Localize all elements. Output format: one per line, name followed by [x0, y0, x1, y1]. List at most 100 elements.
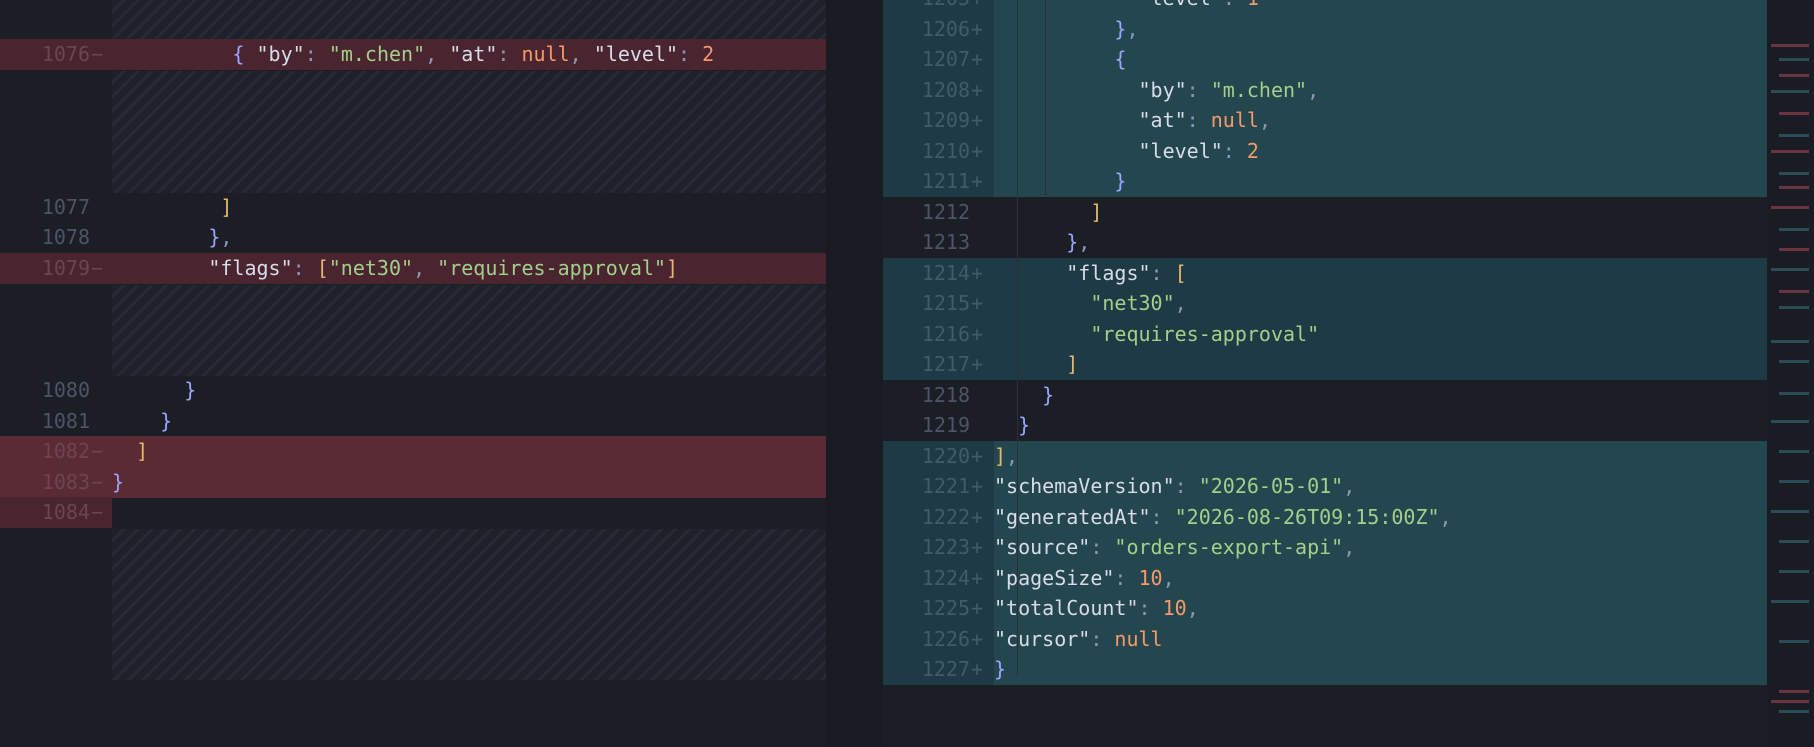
- code-text: "flags": [: [1066, 260, 1187, 285]
- context-line[interactable]: 1212 ]: [883, 197, 1767, 228]
- line-number-gutter: 1214+: [883, 257, 994, 288]
- deleted-line[interactable]: 1084−: [0, 497, 826, 528]
- inserted-line[interactable]: 1227+}: [883, 654, 1767, 685]
- deleted-line[interactable]: 1082− ]: [0, 436, 826, 467]
- code-text: ]: [136, 439, 149, 463]
- code-text: },: [1114, 16, 1139, 41]
- code-text: {: [1114, 47, 1127, 71]
- context-line[interactable]: 1078 },: [0, 222, 826, 253]
- code-line[interactable]: ]: [112, 192, 826, 223]
- code-line[interactable]: "level": 1: [994, 0, 1767, 14]
- line-number: 1216: [921, 321, 970, 346]
- inserted-line[interactable]: 1222+ "generatedAt": "2026-08-26T09:15:00…: [883, 501, 1767, 532]
- inserted-line[interactable]: 1225+ "totalCount": 10,: [883, 593, 1767, 624]
- code-line[interactable]: ]: [994, 197, 1767, 228]
- inserted-line[interactable]: 1226+ "cursor": null: [883, 623, 1767, 654]
- inserted-line[interactable]: 1205+ "level": 1: [883, 0, 1767, 14]
- code-line[interactable]: "schemaVersion": "2026-05-01",: [994, 471, 1767, 502]
- context-line[interactable]: 1219 }: [883, 410, 1767, 441]
- code-line[interactable]: "pageSize": 10,: [994, 562, 1767, 593]
- inserted-line[interactable]: 1215+ "net30",: [883, 288, 1767, 319]
- line-number: 1080: [41, 378, 90, 402]
- line-number-gutter: 1226+: [883, 623, 994, 654]
- line-number: 1081: [41, 409, 90, 433]
- code-line[interactable]: "net30",: [994, 288, 1767, 319]
- line-number-gutter: 1218: [883, 380, 994, 411]
- context-line[interactable]: 1218 }: [883, 380, 1767, 411]
- inserted-line[interactable]: 1221+ "schemaVersion": "2026-05-01",: [883, 471, 1767, 502]
- code-line[interactable]: ]: [994, 349, 1767, 380]
- code-line[interactable]: "requires-approval": [994, 319, 1767, 350]
- code-line[interactable]: },: [112, 222, 826, 253]
- inserted-line[interactable]: 1224+ "pageSize": 10,: [883, 562, 1767, 593]
- line-number: 1213: [921, 230, 970, 254]
- code-text: "source": "orders-export-api",: [994, 535, 1356, 559]
- inserted-line[interactable]: 1206+ },: [883, 13, 1767, 44]
- line-number: 1217: [921, 352, 970, 376]
- context-line[interactable]: 1080 }: [0, 375, 826, 406]
- line-number-gutter: 1080: [0, 375, 112, 406]
- line-number-gutter: 1222+: [883, 501, 994, 532]
- deleted-line[interactable]: 1079− "flags": ["net30", "requires-appro…: [0, 253, 826, 284]
- deleted-line[interactable]: 1076− { "by": "m.chen", "at": null, "lev…: [0, 39, 826, 70]
- diff-pane-divider[interactable]: [826, 0, 883, 747]
- line-number-gutter: 1081: [0, 406, 112, 437]
- code-line[interactable]: }: [112, 375, 826, 406]
- inserted-line[interactable]: 1214+ "flags": [: [883, 257, 1767, 289]
- line-number-gutter: 1083−: [0, 467, 112, 498]
- inserted-line[interactable]: 1217+ ]: [883, 349, 1767, 380]
- inserted-line[interactable]: 1210+ "level": 2: [883, 135, 1767, 166]
- context-line[interactable]: 1081 }: [0, 406, 826, 437]
- code-line[interactable]: "at": null,: [994, 105, 1767, 136]
- code-line[interactable]: "generatedAt": "2026-08-26T09:15:00Z",: [994, 501, 1767, 532]
- code-line[interactable]: "cursor": null: [994, 623, 1767, 654]
- code-line[interactable]: "flags": ["net30", "requires-approval"]: [112, 253, 826, 284]
- deleted-line[interactable]: 1083−}: [0, 467, 826, 498]
- ruler-change-mark: [1779, 228, 1809, 231]
- inserted-line[interactable]: 1220+],: [883, 440, 1767, 471]
- code-line[interactable]: "source": "orders-export-api",: [994, 532, 1767, 563]
- code-line[interactable]: ]: [112, 436, 826, 467]
- code-line[interactable]: "level": 2: [994, 135, 1767, 166]
- line-number-gutter: 1206+: [883, 13, 994, 44]
- insert-marker: +: [970, 291, 984, 315]
- code-line[interactable]: }: [994, 380, 1767, 411]
- code-line[interactable]: "flags": [: [994, 258, 1767, 289]
- context-line[interactable]: 1213 },: [883, 227, 1767, 258]
- inserted-line[interactable]: 1223+ "source": "orders-export-api",: [883, 532, 1767, 563]
- inserted-line[interactable]: 1211+ }: [883, 166, 1767, 197]
- code-line[interactable]: }: [994, 654, 1767, 685]
- insert-marker: +: [970, 443, 984, 468]
- line-number: 1225: [921, 596, 970, 620]
- modified-editor-pane[interactable]: 1205+ "level": 11206+ },1207+ {1208+ "by…: [883, 0, 1767, 747]
- line-number: 1222: [921, 504, 970, 529]
- inserted-line[interactable]: 1209+ "at": null,: [883, 105, 1767, 136]
- code-line[interactable]: }: [994, 410, 1767, 441]
- code-line[interactable]: { "by": "m.chen", "at": null, "level": 2: [112, 39, 826, 70]
- inserted-line[interactable]: 1207+ {: [883, 44, 1767, 75]
- code-line[interactable]: },: [994, 13, 1767, 44]
- context-line[interactable]: 1077 ]: [0, 192, 826, 223]
- code-text: "at": null,: [1138, 108, 1271, 132]
- inserted-line[interactable]: 1216+ "requires-approval": [883, 318, 1767, 350]
- code-line[interactable]: }: [112, 406, 826, 437]
- diff-overview-ruler[interactable]: [1767, 0, 1814, 747]
- code-line[interactable]: },: [994, 227, 1767, 258]
- ruler-change-mark: [1779, 112, 1809, 115]
- code-line[interactable]: }: [112, 467, 826, 498]
- code-text: }: [184, 378, 197, 402]
- original-editor-pane[interactable]: 1076− { "by": "m.chen", "at": null, "lev…: [0, 0, 826, 747]
- line-number-gutter: 1209+: [883, 105, 994, 136]
- code-line[interactable]: "by": "m.chen",: [994, 74, 1767, 105]
- inserted-line[interactable]: 1208+ "by": "m.chen",: [883, 74, 1767, 105]
- code-line[interactable]: "totalCount": 10,: [994, 593, 1767, 624]
- code-line[interactable]: }: [994, 166, 1767, 197]
- code-line[interactable]: {: [994, 44, 1767, 75]
- line-number: 1208: [921, 77, 970, 102]
- line-number: 1218: [921, 382, 970, 407]
- code-line[interactable]: ],: [994, 440, 1767, 471]
